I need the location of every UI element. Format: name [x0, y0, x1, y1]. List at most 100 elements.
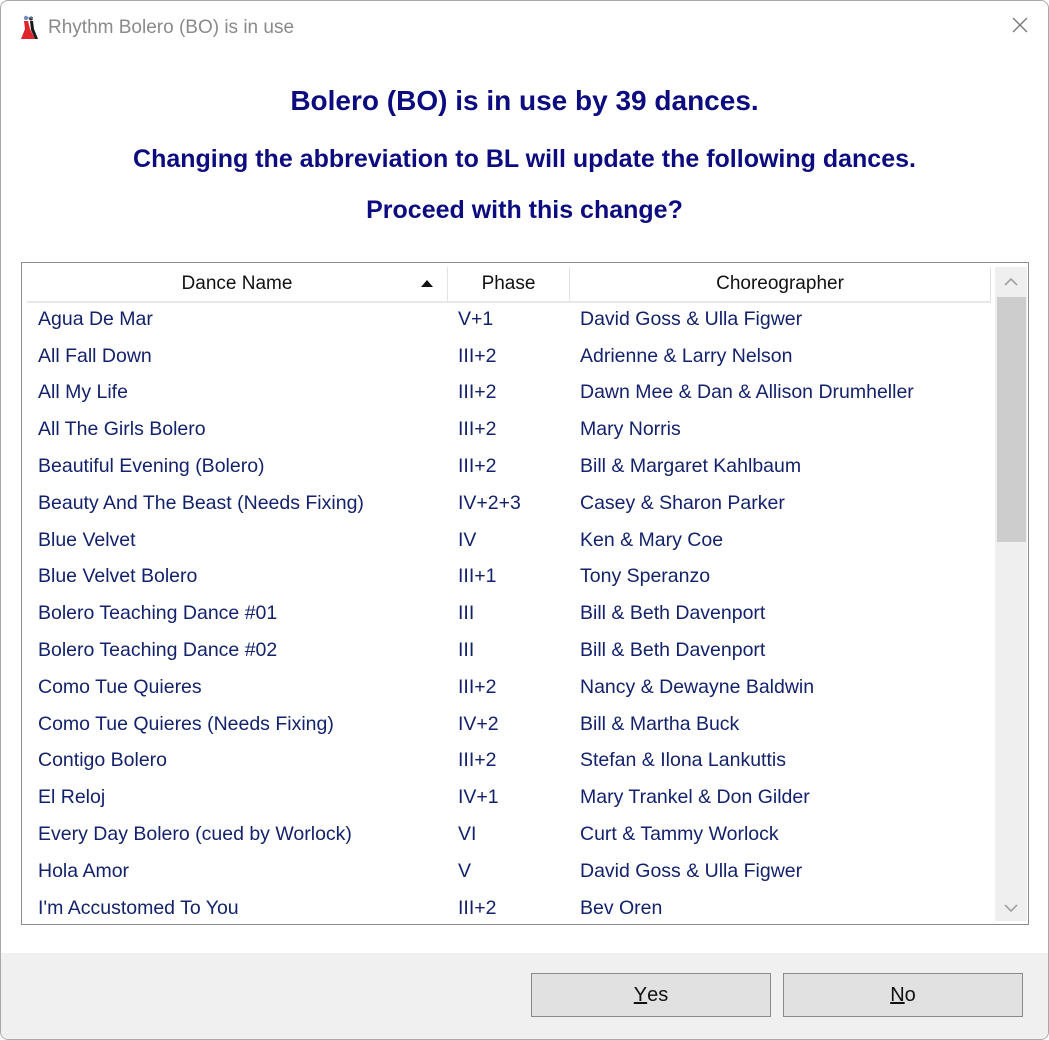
cell-dance-name: Beauty And The Beast (Needs Fixing) [38, 491, 364, 514]
table-row[interactable]: Beautiful Evening (Bolero) III+2 Bill & Ma… [27, 448, 991, 485]
table-row[interactable]: Bolero Teaching Dance #02 III Bill & Beth … [27, 632, 991, 669]
message-headline: Bolero (BO) is in use by 39 dances. [290, 85, 759, 116]
vertical-scrollbar[interactable] [995, 267, 1027, 921]
cell-dance-name: I'm Accustomed To You [38, 896, 239, 919]
cell-choreographer: Nancy & Dewayne Baldwin [580, 675, 815, 698]
cell-choreographer: Ken & Mary Coe [580, 528, 724, 551]
column-header-dance-name[interactable]: Dance Name [27, 267, 448, 301]
dances-table: Dance Name Phase Choreographer Agua De M… [21, 262, 1029, 925]
dialog-window: Rhythm Bolero (BO) is in use Bolero (BO)… [0, 0, 1049, 1040]
cell-dance-name: Como Tue Quieres [38, 675, 202, 698]
cell-phase: III+1 [458, 565, 497, 588]
column-header-label: Dance Name [181, 273, 293, 294]
column-header-label: Choreographer [716, 273, 844, 294]
scroll-up-button[interactable] [995, 267, 1027, 295]
cell-dance-name: Blue Velvet Bolero [38, 565, 198, 588]
cell-phase: IV+2 [458, 712, 499, 735]
window-title: Rhythm Bolero (BO) is in use [48, 17, 295, 38]
title-bar: Rhythm Bolero (BO) is in use [1, 1, 1048, 57]
chevron-up-icon [1004, 272, 1018, 291]
cell-phase: III+2 [458, 344, 497, 367]
cell-choreographer: Mary Norris [580, 418, 681, 441]
chevron-down-icon [1004, 898, 1018, 917]
cell-phase: III+2 [458, 418, 497, 441]
table-row[interactable]: I'm Accustomed To You III+2 Bev Oren [27, 890, 991, 927]
cell-phase: VI [458, 823, 477, 846]
cell-choreographer: Mary Trankel & Don Gilder [580, 786, 810, 809]
message-detail: Changing the abbreviation to BL will upd… [133, 145, 916, 173]
cell-dance-name: El Reloj [38, 786, 106, 809]
table-row[interactable]: Every Day Bolero (cued by Worlock) VI Curt… [27, 816, 991, 853]
table-row[interactable]: All My Life III+2 Dawn Mee & Dan & Allison… [27, 375, 991, 412]
column-header-label: Phase [481, 273, 536, 294]
cell-phase: III [458, 639, 475, 662]
cell-choreographer: David Goss & Ulla Figwer [580, 859, 803, 882]
dancing-couple-icon [18, 15, 40, 41]
cell-phase: IV [458, 528, 477, 551]
sort-ascending-icon [421, 280, 433, 287]
cell-choreographer: Bill & Martha Buck [580, 712, 740, 735]
cell-dance-name: Every Day Bolero (cued by Worlock) [38, 823, 352, 846]
table-row[interactable]: Blue Velvet IV Ken & Mary Coe [27, 522, 991, 559]
table-row[interactable]: Hola Amor V David Goss & Ulla Figwer [27, 853, 991, 890]
table-row[interactable]: All Fall Down III+2 Adrienne & Larry Nelso… [27, 338, 991, 375]
yes-button[interactable]: Yes [531, 973, 771, 1017]
yes-mnemonic: Y [633, 983, 648, 1006]
cell-dance-name: Blue Velvet [38, 528, 136, 551]
cell-phase: III+2 [458, 749, 497, 772]
cell-dance-name: All My Life [38, 381, 128, 404]
button-bar: Yes No [1, 953, 1048, 1039]
cell-dance-name: All The Girls Bolero [38, 418, 206, 441]
scrollbar-thumb[interactable] [997, 297, 1026, 542]
cell-phase: III+2 [458, 381, 497, 404]
cell-choreographer: Bev Oren [580, 896, 663, 919]
close-button[interactable] [1002, 11, 1038, 43]
cell-phase: III [458, 602, 475, 625]
cell-dance-name: Bolero Teaching Dance #02 [38, 639, 278, 662]
table-row[interactable]: Agua De Mar V+1 David Goss & Ulla Figwer [27, 301, 991, 338]
cell-dance-name: Agua De Mar [38, 307, 153, 330]
cell-choreographer: Dawn Mee & Dan & Allison Drumheller [580, 381, 914, 404]
cell-dance-name: All Fall Down [38, 344, 152, 367]
cell-choreographer: Tony Speranzo [580, 565, 711, 588]
table-row[interactable]: Bolero Teaching Dance #01 III Bill & Beth … [27, 595, 991, 632]
table-row[interactable]: Contigo Bolero III+2 Stefan & Ilona Lankut… [27, 743, 991, 780]
cell-phase: IV+2+3 [458, 491, 521, 514]
no-button[interactable]: No [783, 973, 1023, 1017]
yes-label: es [647, 983, 669, 1006]
cell-choreographer: Bill & Beth Davenport [580, 639, 766, 662]
cell-choreographer: Stefan & Ilona Lankuttis [580, 749, 786, 772]
cell-choreographer: Bill & Margaret Kahlbaum [580, 455, 802, 478]
cell-phase: III+2 [458, 896, 497, 919]
cell-choreographer: David Goss & Ulla Figwer [580, 307, 803, 330]
scroll-down-button[interactable] [995, 893, 1027, 921]
close-icon [1011, 16, 1029, 38]
column-header-choreographer[interactable]: Choreographer [570, 267, 991, 301]
cell-dance-name: Hola Amor [38, 859, 130, 882]
cell-phase: V+1 [458, 307, 494, 330]
cell-dance-name: Contigo Bolero [38, 749, 167, 772]
table-row[interactable]: Beauty And The Beast (Needs Fixing) IV+2+… [27, 485, 991, 522]
column-header-phase[interactable]: Phase [448, 267, 570, 301]
cell-dance-name: Bolero Teaching Dance #01 [38, 602, 278, 625]
cell-phase: III+2 [458, 675, 497, 698]
table-row[interactable]: El Reloj IV+1 Mary Trankel & Don Gilder [27, 779, 991, 816]
table-row[interactable]: Como Tue Quieres (Needs Fixing) IV+2 Bill … [27, 706, 991, 743]
cell-dance-name: Como Tue Quieres (Needs Fixing) [38, 712, 334, 735]
no-mnemonic: N [890, 983, 905, 1006]
cell-phase: V [458, 859, 472, 882]
table-row[interactable]: Blue Velvet Bolero III+1 Tony Speranzo [27, 559, 991, 596]
message-question: Proceed with this change? [366, 196, 683, 224]
table-header: Dance Name Phase Choreographer [27, 267, 991, 303]
cell-dance-name: Beautiful Evening (Bolero) [38, 455, 265, 478]
cell-choreographer: Casey & Sharon Parker [580, 491, 785, 514]
table-row[interactable]: All The Girls Bolero III+2 Mary Norris [27, 411, 991, 448]
cell-choreographer: Bill & Beth Davenport [580, 602, 766, 625]
table-row[interactable]: Como Tue Quieres III+2 Nancy & Dewayne Bal… [27, 669, 991, 706]
cell-choreographer: Curt & Tammy Worlock [580, 823, 779, 846]
table-body: Agua De Mar V+1 David Goss & Ulla Figwer Al… [27, 301, 991, 927]
no-label: o [904, 983, 916, 1006]
cell-phase: IV+1 [458, 786, 499, 809]
cell-phase: III+2 [458, 455, 497, 478]
cell-choreographer: Adrienne & Larry Nelson [580, 344, 793, 367]
